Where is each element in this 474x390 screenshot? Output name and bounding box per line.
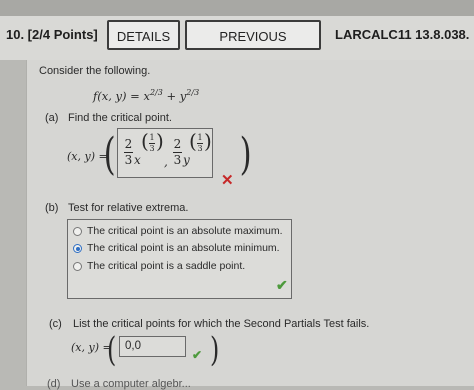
answer-fraction-2: 2 3 — [173, 138, 182, 167]
part-c-close-paren: ) — [209, 330, 220, 370]
browser-top-strip — [0, 0, 474, 16]
part-a-answer-lhs: (x, y) = — [67, 150, 108, 163]
problem-content: Consider the following. f(x, y) = x2/3 +… — [26, 60, 474, 390]
answer-exp-1-open: ( — [141, 129, 149, 153]
answer-variable-y: y — [183, 153, 190, 167]
problem-number: 10. [2/4 Points] — [6, 27, 98, 42]
correct-check-icon: ✔ — [276, 277, 288, 293]
answer-comma: , — [164, 155, 168, 169]
problem-id: LARCALC11 13.8.038. — [335, 27, 470, 42]
answer-exp-1-close: ) — [156, 129, 164, 153]
answer-exponent-2-numerator: 1 — [197, 133, 203, 142]
part-d-label: (d) — [47, 378, 61, 390]
part-c-prompt: List the critical points for which the S… — [73, 318, 370, 330]
part-c-answer-value: 0,0 — [125, 340, 141, 352]
answer-exponent-1-denominator: 3 — [149, 144, 155, 153]
option-label: The critical point is an absolute minimu… — [87, 242, 280, 254]
option-label: The critical point is a saddle point. — [87, 260, 246, 272]
radio-button[interactable] — [73, 227, 82, 236]
part-a-label: (a) — [45, 112, 59, 124]
answer-fraction-2-denominator: 3 — [173, 153, 182, 167]
answer-exponent-1: 1 3 — [149, 134, 155, 153]
part-c-open-paren: ( — [106, 330, 117, 370]
details-button[interactable]: DETAILS — [107, 20, 180, 50]
correct-check-icon: ✔ — [192, 348, 203, 362]
incorrect-x-icon: ✕ — [221, 172, 234, 189]
function-exponent-x: 2/3 — [149, 88, 163, 97]
part-c-answer-field[interactable]: 0,0 — [119, 336, 186, 357]
function-definition: f(x, y) = x2/3 + y2/3 — [93, 88, 199, 103]
radio-button-selected[interactable] — [73, 244, 82, 253]
answer-exponent-2: 1 3 — [197, 134, 203, 153]
answer-exponent-2-denominator: 3 — [197, 144, 203, 153]
answer-variable-x: x — [134, 153, 141, 167]
part-d-prompt: Use a computer algebr... — [71, 378, 191, 390]
previous-answers-button[interactable]: PREVIOUS ANSWERS — [185, 20, 321, 74]
answer-fraction-2-numerator: 2 — [173, 137, 182, 151]
part-a-answer-field[interactable]: 2 3 x ( 1 3 ) , 2 3 y ( 1 3 ) — [117, 128, 213, 178]
answer-exp-2-close: ) — [204, 129, 212, 153]
answer-fraction-1-denominator: 3 — [124, 153, 133, 167]
answer-fraction-1: 2 3 — [124, 138, 133, 167]
function-lhs: f(x, y) = x — [93, 88, 150, 103]
intro-text: Consider the following. — [39, 65, 151, 77]
part-c-label: (c) — [49, 318, 62, 330]
function-plus-y: + y — [162, 88, 187, 103]
option-label: The critical point is an absolute maximu… — [87, 225, 283, 237]
answer-fraction-1-numerator: 2 — [124, 137, 133, 151]
part-b-label: (b) — [45, 202, 59, 214]
part-a-prompt: Find the critical point. — [68, 112, 172, 124]
part-c-answer-lhs: (x, y) = — [71, 341, 112, 354]
part-a-close-paren: ) — [239, 129, 252, 180]
answer-exponent-1-numerator: 1 — [149, 133, 155, 142]
function-exponent-y: 2/3 — [186, 88, 200, 97]
part-b-prompt: Test for relative extrema. — [68, 202, 189, 214]
radio-button[interactable] — [73, 262, 82, 271]
part-a-open-paren: ( — [103, 129, 116, 180]
part-b-options: The critical point is an absolute maximu… — [67, 219, 292, 299]
answer-exp-2-open: ( — [189, 129, 197, 153]
